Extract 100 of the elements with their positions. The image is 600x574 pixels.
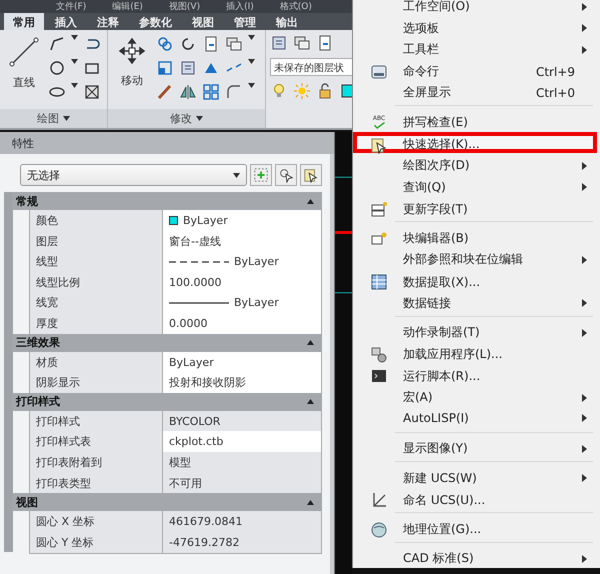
ribbon-tab[interactable]: 插入 [46,13,86,30]
property-value-cell[interactable]: 不可用 [163,472,322,495]
fillet-icon[interactable] [225,83,243,101]
menu-item-label: 数据链接 [402,294,452,312]
polyline-icon[interactable] [48,35,66,53]
section-header[interactable]: 打印样式 [12,392,322,411]
stacked-squares-icon[interactable] [293,34,311,52]
menu-item-label: 命名 UCS(U)... [402,492,486,509]
ribbon-tab[interactable]: 输出 [267,13,307,30]
property-value-cell[interactable]: 窗台--虚线 [163,230,322,253]
scale-icon[interactable] [156,59,174,77]
load-application-icon [370,346,388,364]
menu-item[interactable]: 工作空间(O) [353,0,597,16]
circle-icon[interactable] [48,59,66,77]
property-value-cell[interactable]: 0.0000 [163,312,322,335]
menu-item[interactable]: 新建 UCS(W) [353,466,597,488]
property-label: 线宽 [29,292,163,314]
property-value: 窗台--虚线 [169,234,221,249]
hatch-icon[interactable] [83,83,101,101]
menu-item-label: AutoLISP(I) [402,410,470,425]
property-value-cell[interactable]: ckplot.ctb [163,431,322,454]
property-value-cell[interactable]: 模型 [163,452,322,474]
menu-item[interactable]: 选项板 [353,16,597,38]
menu-bar-item[interactable]: 编辑(E) [112,2,143,12]
menu-item[interactable]: 数据提取(X)... [353,269,597,291]
menu-item-label: 宏(A) [402,389,434,406]
layers-icon[interactable] [270,34,288,52]
quick-select-button[interactable] [300,164,322,186]
menu-item[interactable]: 运行脚本(R)... [353,363,597,385]
menu-item[interactable]: CAD 标准(S) [353,546,597,568]
menu-item-label: 工作空间(O) [402,0,471,15]
section-header[interactable]: 视图 [12,493,322,512]
property-label: 打印样式表 [29,431,163,454]
menu-bar-item[interactable]: 插入(I) [226,2,254,12]
caret-icon [248,35,255,40]
menu-item[interactable]: 加载应用程序(L)... [353,342,597,364]
menu-item[interactable]: 显示图像(Y) [353,436,597,458]
menu-bar-item[interactable]: 文件(F) [56,2,86,12]
menu-item[interactable]: 外部参照和块在位编辑 [353,247,597,270]
menu-item[interactable]: 快速选择(K)... [353,132,597,154]
menu-item[interactable]: 块编辑器(B) [353,226,597,248]
property-value-cell[interactable]: 投射和接收阴影 [163,372,322,394]
menu-item[interactable]: 宏(A) [353,385,597,407]
property-value: 461679.0841 [169,515,242,528]
property-value: 模型 [169,454,191,470]
menu-item[interactable]: 绘图次序(D) [353,153,597,175]
menu-item-label: 查询(Q) [402,178,447,196]
menu-item[interactable]: 动作录制器(T) [353,320,597,342]
line-tool-button[interactable]: 直线 [4,35,44,109]
menu-item-label: 拼写检查(E) [402,114,469,131]
section-header[interactable]: 常规 [12,192,322,210]
menu-item-label: 命令行 [402,63,440,80]
caret-icon [233,172,240,178]
property-value-cell[interactable]: -47619.2782 [163,532,322,554]
ribbon-tab[interactable]: 管理 [225,13,265,30]
section-title: 打印样式 [16,394,60,410]
window-icon [370,62,388,81]
layer-state-dropdown[interactable]: 未保存的图层状 [270,58,352,76]
ribbon-tab[interactable]: 注释 [88,13,128,30]
array-icon[interactable] [202,83,220,101]
property-label: 图层 [29,230,163,253]
pickadd-button[interactable] [250,164,272,186]
menu-bar-item[interactable]: 格式(O) [280,2,312,12]
brush-icon[interactable] [156,83,174,101]
select-objects-button[interactable] [275,164,297,186]
property-value-cell[interactable]: ByLayer [163,210,322,232]
layers-icon[interactable] [179,59,197,77]
property-value-cell[interactable]: BYCOLOR [163,410,322,433]
section-title: 常规 [16,194,38,208]
panel-title-bar[interactable]: 绘图 [0,109,107,128]
menu-item[interactable]: 更新字段(T) [353,196,597,218]
menu-item[interactable]: 命名 UCS(U)... [353,487,597,509]
menu-item[interactable]: 命令行 Ctrl+9 [353,58,597,80]
property-value-cell[interactable]: 100.0000 [163,272,322,294]
menu-item[interactable]: 全屏显示 Ctrl+0 [353,80,597,102]
mirror-icon[interactable] [179,83,197,101]
ribbon-tab[interactable]: 视图 [183,13,223,30]
property-value: ByLayer [183,214,228,227]
property-value: ByLayer [234,296,279,310]
selection-dropdown[interactable]: 无选择 [20,164,247,186]
menu-item[interactable]: 工具栏 [353,37,597,59]
property-value-cell[interactable]: ByLayer [163,251,322,274]
ribbon-tab[interactable]: 常用 [4,13,44,30]
section-header[interactable]: 三维效果 [12,334,322,352]
ribbon-tab[interactable]: 参数化 [130,13,181,30]
property-value-cell[interactable]: ByLayer [163,352,322,374]
panel-title-bar[interactable]: 修改 [108,109,265,128]
menu-item[interactable]: 数据链接 [353,290,597,312]
menu-item-label: CAD 标准(S) [402,550,475,568]
property-value: 0.0000 [169,316,208,330]
section-title: 视图 [16,494,38,510]
menu-item[interactable]: 查询(Q) [353,174,597,196]
menu-bar-item[interactable]: 视图(V) [168,2,200,12]
menu-item[interactable]: 地理位置(G)... [353,516,597,538]
property-value-cell[interactable]: 461679.0841 [163,511,322,534]
menu-item[interactable]: AutoLISP(I) [353,406,597,428]
stacked-squares-icon[interactable] [225,35,243,53]
copy-icon[interactable] [156,35,174,53]
property-value-cell[interactable]: ByLayer [163,292,322,314]
move-tool-button[interactable]: 移动 [112,35,152,109]
